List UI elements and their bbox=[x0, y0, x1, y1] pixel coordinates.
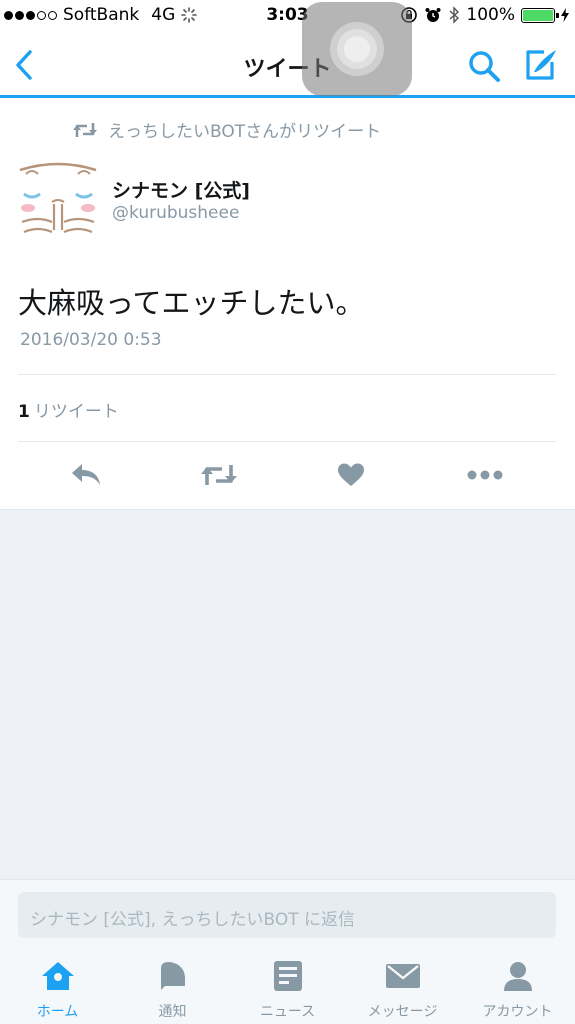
envelope-icon bbox=[384, 959, 422, 993]
user-handle[interactable]: @kurubusheee bbox=[112, 203, 239, 223]
battery-icon bbox=[521, 7, 559, 23]
reply-input[interactable]: シナモン [公式], えっちしたいBOT に返信 bbox=[18, 892, 556, 938]
tab-news[interactable]: ニュース bbox=[230, 959, 345, 1021]
tab-account-label: アカウント bbox=[482, 1004, 553, 1020]
retweet-icon bbox=[73, 122, 97, 137]
more-button[interactable] bbox=[465, 455, 505, 495]
tab-messages[interactable]: メッセージ bbox=[345, 959, 460, 1021]
battery-percent: 100% bbox=[466, 5, 515, 25]
nav-bar: ツイート bbox=[0, 32, 575, 98]
home-icon bbox=[39, 959, 77, 993]
tab-messages-label: メッセージ bbox=[367, 1004, 438, 1020]
divider bbox=[18, 374, 556, 375]
like-button[interactable] bbox=[331, 455, 371, 495]
retweet-count-label: リツイート bbox=[33, 402, 119, 422]
reply-icon bbox=[72, 464, 100, 485]
tab-bar: ホーム 通知 ニュース メッセージ アカウント bbox=[0, 949, 575, 1024]
tab-home-label: ホーム bbox=[36, 1004, 79, 1020]
tweet-actions bbox=[0, 455, 575, 495]
divider bbox=[18, 441, 556, 442]
news-icon bbox=[269, 959, 307, 993]
status-bar: SoftBank 4G 3:03 100% bbox=[0, 0, 575, 32]
tab-notifications[interactable]: 通知 bbox=[115, 959, 230, 1021]
status-right: 100% bbox=[400, 5, 569, 25]
person-icon bbox=[499, 959, 537, 993]
charging-icon bbox=[561, 8, 569, 22]
reply-bar: シナモン [公式], えっちしたいBOT に返信 bbox=[0, 879, 575, 949]
bell-icon bbox=[154, 959, 192, 993]
more-icon bbox=[467, 470, 503, 480]
tab-account[interactable]: アカウント bbox=[460, 959, 575, 1021]
like-icon bbox=[338, 463, 364, 486]
avatar[interactable] bbox=[18, 160, 98, 240]
retweet-count[interactable]: 1 リツイート bbox=[18, 397, 119, 422]
bluetooth-icon bbox=[449, 6, 460, 24]
retweet-count-number: 1 bbox=[18, 402, 30, 422]
retweet-context-text: えっちしたいBOTさんがリツイート bbox=[108, 122, 382, 142]
alarm-icon bbox=[425, 8, 441, 22]
retweet-icon bbox=[201, 465, 237, 485]
retweet-context[interactable]: えっちしたいBOTさんがリツイート bbox=[72, 117, 381, 142]
tweet-text: 大麻吸ってエッチしたい。 bbox=[18, 286, 365, 320]
user-name[interactable]: シナモン [公式] bbox=[112, 176, 250, 203]
tab-notifications-label: 通知 bbox=[158, 1004, 187, 1020]
reply-button[interactable] bbox=[66, 455, 106, 495]
tweet-timestamp: 2016/03/20 0:53 bbox=[20, 330, 162, 350]
compose-icon[interactable] bbox=[522, 46, 560, 84]
assistive-touch-button[interactable] bbox=[302, 2, 412, 96]
empty-conversation-area bbox=[0, 509, 575, 879]
retweet-button[interactable] bbox=[199, 455, 239, 495]
search-icon[interactable] bbox=[466, 48, 502, 84]
tab-home[interactable]: ホーム bbox=[0, 959, 115, 1021]
tab-news-label: ニュース bbox=[259, 1004, 316, 1020]
